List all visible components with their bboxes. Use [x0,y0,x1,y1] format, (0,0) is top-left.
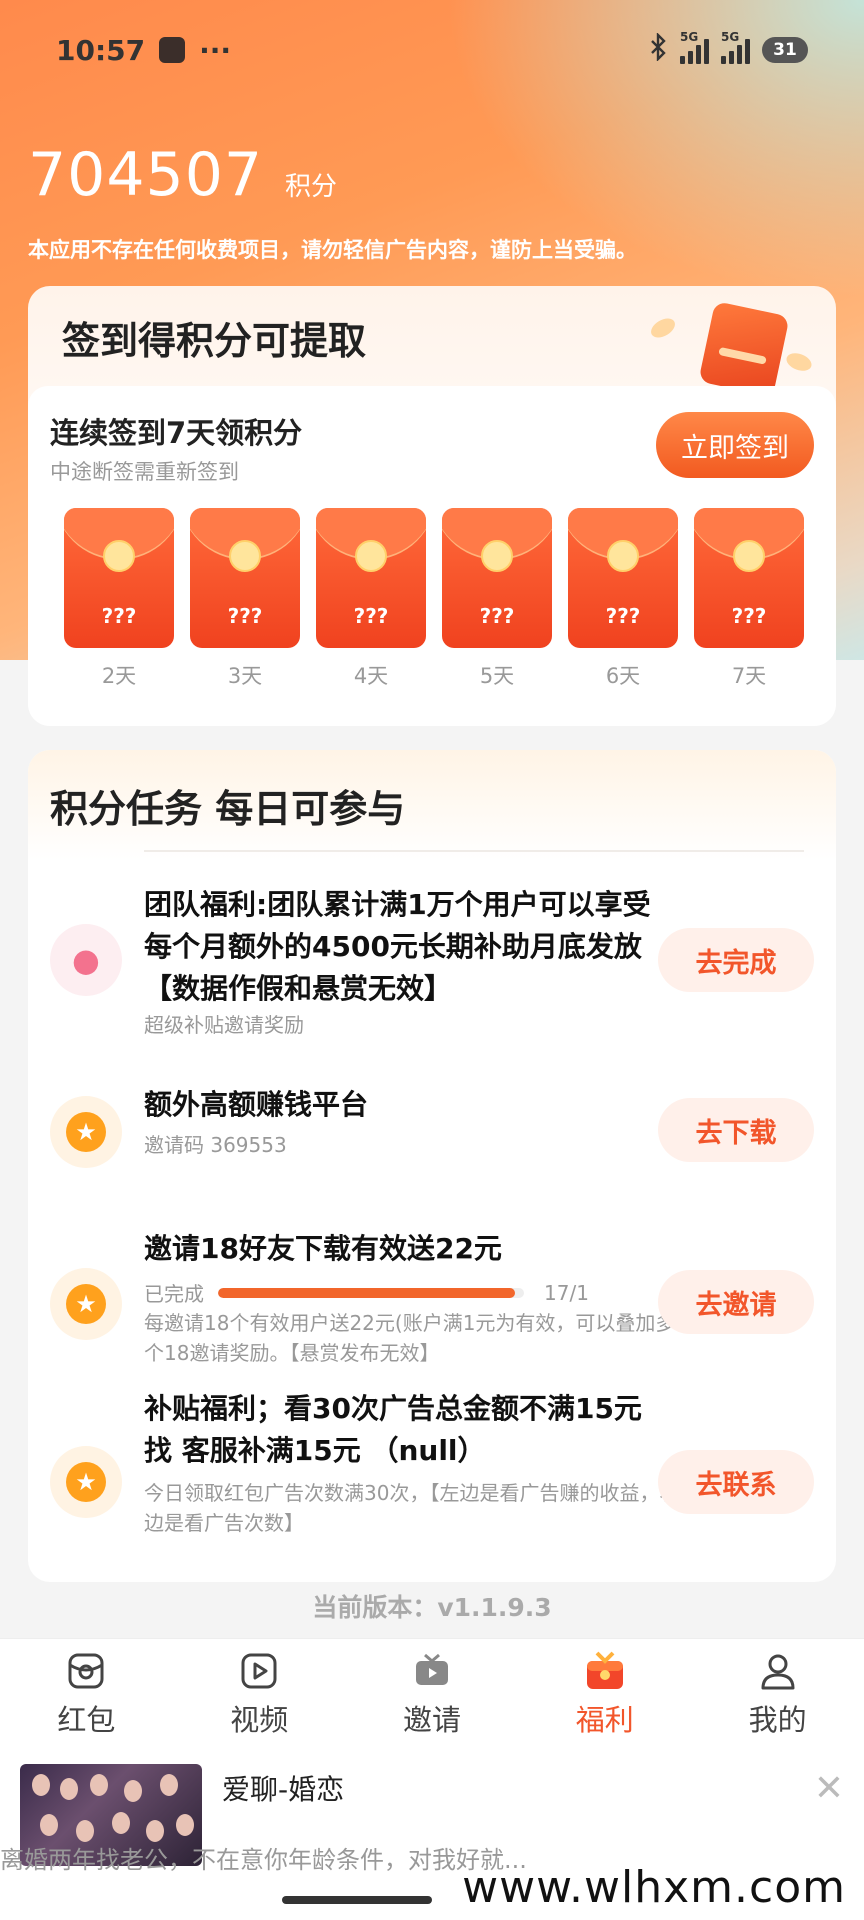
anti-fraud-notice: 本应用不存在任何收费项目，请勿轻信广告内容，谨防上当受骗。 [28,238,637,262]
tasks-card: 积分任务 每日可参与 ● 团队福利:团队累计满1万个用户可以享受每个月额外的45… [28,750,836,1582]
tab-invite[interactable]: 邀请 [346,1639,519,1748]
red-envelope-icon: ??? [568,508,678,648]
points-unit: 积分 [285,172,338,202]
star-coin-icon: ★ [50,1446,122,1518]
gift-icon [583,1649,627,1693]
progress-bar [218,1287,524,1298]
tab-label: 我的 [748,1702,807,1737]
day-reward: ??? [731,604,767,628]
star-coin-icon: ★ [50,1268,122,1340]
tab-welfare[interactable]: 福利 [518,1639,691,1748]
checkin-day: ??? 2天 [64,508,174,690]
checkin-panel: 连续签到7天领积分 中途断签需重新签到 立即签到 ??? 2天 ??? 3天 ?… [28,386,836,726]
day-reward: ??? [479,604,515,628]
close-icon[interactable]: ✕ [814,1768,844,1809]
task-title: 团队福利:团队累计满1万个用户可以享受每个月额外的4500元长期补助月底发放【数… [144,888,651,1005]
tab-label: 视频 [230,1702,289,1737]
checkin-title: 签到得积分可提取 [62,319,367,363]
checkin-day: ??? 4天 [316,508,426,690]
day-label: 4天 [353,664,389,688]
status-more-icon: ··· [199,33,232,67]
tasks-title: 积分任务 每日可参与 [50,787,406,831]
day-label: 2天 [101,664,137,688]
signal-2-icon: 5G [721,30,750,64]
progress-label: 已完成 [144,1282,204,1306]
day-reward: ??? [101,604,137,628]
task-subtitle: 超级补贴邀请奖励 [144,1013,304,1037]
day-label: 3天 [227,664,263,688]
status-time: 10:57 [56,33,146,67]
star-coin-icon: ★ [50,1096,122,1168]
task-title: 邀请18好友下载有效送22元 [144,1232,502,1265]
task-item: ★ 补贴福利；看30次广告总金额不满15元找 客服补满15元 （null） 今日… [28,1388,836,1558]
points-summary: 704507 积分 [28,140,337,210]
tab-red-packet[interactable]: 红包 [0,1639,173,1748]
task-subtitle: 今日领取红包广告次数满30次，【左边是看广告赚的收益，右边是看广告次数】 [144,1481,680,1535]
ad-title[interactable]: 爱聊-婚恋 [222,1768,344,1808]
checkin-card: 签到得积分可提取 连续签到7天领积分 中途断签需重新签到 立即签到 ??? 2天… [28,286,836,726]
task-invite-button[interactable]: 去邀请 [658,1270,814,1334]
tab-label: 红包 [57,1702,116,1737]
checkin-hint: 中途断签需重新签到 [50,460,239,484]
task-subtitle: 每邀请18个有效用户送22元(账户满1元为有效，可以叠加多个18邀请奖励。【悬赏… [144,1311,676,1365]
signal-1-icon: 5G [680,30,709,64]
app-version: 当前版本：v1.1.9.3 [312,1593,552,1622]
checkin-day: ??? 5天 [442,508,552,690]
coin-decoration-icon [647,314,679,342]
task-title: 额外高额赚钱平台 [144,1088,369,1121]
red-envelope-icon: ??? [190,508,300,648]
red-envelope-icon: ??? [316,508,426,648]
day-reward: ??? [353,604,389,628]
points-value: 704507 [28,140,264,210]
red-packet-icon [64,1649,108,1693]
team-person-icon: ● [50,924,122,996]
red-envelope-icon: ??? [694,508,804,648]
checkin-button[interactable]: 立即签到 [656,412,814,478]
signal-1-label: 5G [680,30,699,44]
task-progress: 已完成 17/1 [144,1278,589,1307]
divider [144,850,804,852]
tab-video[interactable]: 视频 [173,1639,346,1748]
tab-label: 福利 [575,1702,634,1737]
red-envelope-decoration-icon [698,300,790,398]
tab-label: 邀请 [402,1702,461,1737]
checkin-subtitle: 连续签到7天领积分 [50,416,303,450]
day-label: 5天 [479,664,515,688]
progress-count: 17/1 [544,1280,589,1305]
video-icon [237,1649,281,1693]
person-icon [756,1649,800,1693]
invite-code: 邀请码 369553 [144,1133,287,1157]
red-envelope-icon: ??? [442,508,552,648]
battery-icon: 31 [762,37,808,63]
status-bar: 10:57 ··· 5G 5G 31 [0,0,864,100]
bluetooth-icon [648,32,668,67]
home-indicator[interactable] [282,1896,432,1904]
tv-icon [410,1649,454,1693]
coin-decoration-icon [784,350,814,374]
app-notification-icon [159,37,186,63]
ad-description[interactable]: 离婚两年找老公，不在意你年龄条件，对我好就... [0,1840,527,1875]
task-complete-button[interactable]: 去完成 [658,928,814,992]
day-reward: ??? [605,604,641,628]
checkin-day: ??? 3天 [190,508,300,690]
checkin-days: ??? 2天 ??? 3天 ??? 4天 ??? 5天 ??? 6天 ??? 7… [64,508,804,690]
task-item: ★ 邀请18好友下载有效送22元 已完成 17/1 每邀请18个有效用户送22元… [28,1228,836,1378]
task-contact-button[interactable]: 去联系 [658,1450,814,1514]
checkin-day: ??? 7天 [694,508,804,690]
task-title: 补贴福利；看30次广告总金额不满15元找 客服补满15元 （null） [144,1392,642,1467]
day-label: 7天 [731,664,767,688]
watermark: www.wlhxm.com [462,1862,846,1913]
bottom-tab-bar: 红包 视频 邀请 福利 我的 [0,1638,864,1748]
checkin-day: ??? 6天 [568,508,678,690]
day-label: 6天 [605,664,641,688]
tab-profile[interactable]: 我的 [691,1639,864,1748]
task-item: ● 团队福利:团队累计满1万个用户可以享受每个月额外的4500元长期补助月底发放… [28,874,836,1037]
task-download-button[interactable]: 去下载 [658,1098,814,1162]
red-envelope-icon: ??? [64,508,174,648]
day-reward: ??? [227,604,263,628]
task-item: ★ 额外高额赚钱平台 邀请码 369553 去下载 [28,1084,836,1184]
progress-fill [218,1287,515,1298]
signal-2-label: 5G [721,30,740,44]
